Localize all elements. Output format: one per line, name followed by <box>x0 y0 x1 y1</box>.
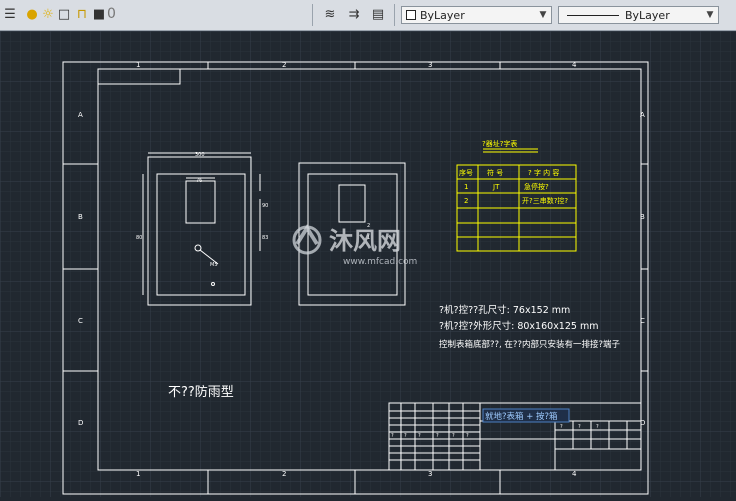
note-hole-size: ?机?控??孔尺寸: 76x152 mm <box>439 304 570 316</box>
freeze-icon[interactable]: □ <box>56 6 72 22</box>
dim-left: 80 <box>136 235 142 241</box>
frame-row-a: A <box>78 111 83 119</box>
tb-label: ? <box>436 433 439 439</box>
tb-label: ? <box>466 433 469 439</box>
color-dropdown[interactable]: ByLayer ▼ <box>401 6 552 24</box>
frame-col-2-bottom: 2 <box>282 470 286 478</box>
dim-right-a: 90 <box>262 203 268 209</box>
table-title: ?器址?字表 <box>482 139 517 148</box>
frame-col-4-bottom: 4 <box>572 470 577 478</box>
frame-col-1: 1 <box>136 61 140 69</box>
layer-manager-icon[interactable]: ☰ <box>2 6 18 22</box>
frame-col-3: 3 <box>428 61 432 69</box>
dim-right-b: 83 <box>262 235 268 241</box>
rain-note: 不??防雨型 <box>168 384 234 400</box>
watermark-brand: 沐风网 <box>329 227 401 255</box>
tb-label: ? <box>452 433 455 439</box>
tb-label: ? <box>404 433 407 439</box>
frame-col-4: 4 <box>572 61 577 69</box>
table-cell: 开?三串数?控? <box>522 196 568 205</box>
frame-row-b: B <box>78 213 83 221</box>
frame-col-3-bottom: 3 <box>428 470 432 478</box>
tb-label: ? <box>578 424 581 430</box>
color-swatch-icon[interactable]: ■ <box>91 6 107 22</box>
note-install: 控制表箱底部??, 在??内部只安装有一排接?端子 <box>439 339 620 350</box>
title-block-title: 就地?表箱 + 按?箱 <box>485 411 558 422</box>
tb-label: ? <box>596 424 599 430</box>
chevron-down-icon[interactable]: ▼ <box>704 7 716 23</box>
table-header-content: ? 字 内 容 <box>528 168 559 177</box>
linetype-dropdown[interactable]: ByLayer ▼ <box>558 6 719 24</box>
watermark-logo-icon <box>292 224 322 255</box>
tb-label: ? <box>391 433 394 439</box>
bulb-icon[interactable]: ● <box>24 6 40 22</box>
table-cell: JT <box>492 183 500 191</box>
tb-label: ? <box>418 433 421 439</box>
match-layer-icon[interactable]: ≋ <box>322 6 338 22</box>
frame-col-2: 2 <box>282 61 286 69</box>
current-layer-name[interactable]: 0 <box>107 6 116 22</box>
dim-inner: 76 <box>196 178 202 184</box>
note-outer-size: ?机?控?外形尺寸: 80x160x125 mm <box>439 320 598 332</box>
frame-row-c: C <box>78 317 83 325</box>
table-cell: 2 <box>464 197 468 205</box>
watermark: 沐风网 www.mfcad.com <box>287 222 447 268</box>
linetype-dropdown-label: ByLayer <box>625 9 670 22</box>
frame-row-b-right: B <box>640 213 645 221</box>
layer-toolbar: ☰ ● ☼ □ ⊓ ■ 0 ≋ ⇉ ▤ ByLayer ▼ ByLayer ▼ <box>0 0 736 31</box>
table-header-no: 序号 <box>459 168 473 177</box>
linetype-preview <box>567 15 619 16</box>
dim-diag: M5 <box>210 262 218 268</box>
color-dropdown-label: ByLayer <box>420 9 465 22</box>
frame-row-c-right: C <box>640 317 645 325</box>
layer-states-icon[interactable]: ▤ <box>370 6 386 22</box>
tb-label: ? <box>560 424 563 430</box>
chevron-down-icon[interactable]: ▼ <box>537 7 549 23</box>
frame-row-a-right: A <box>640 111 645 119</box>
sun-icon[interactable]: ☼ <box>40 6 56 22</box>
color-swatch <box>406 10 416 20</box>
lock-icon[interactable]: ⊓ <box>74 6 90 22</box>
table-cell: 1 <box>464 183 468 191</box>
frame-row-d: D <box>78 419 83 427</box>
frame-col-1-bottom: 1 <box>136 470 140 478</box>
dim-top: 300 <box>195 152 205 158</box>
table-header-symbol: 符 号 <box>487 168 503 177</box>
table-cell: 急停按? <box>524 182 549 191</box>
layer-previous-icon[interactable]: ⇉ <box>346 6 362 22</box>
watermark-url: www.mfcad.com <box>343 257 417 267</box>
